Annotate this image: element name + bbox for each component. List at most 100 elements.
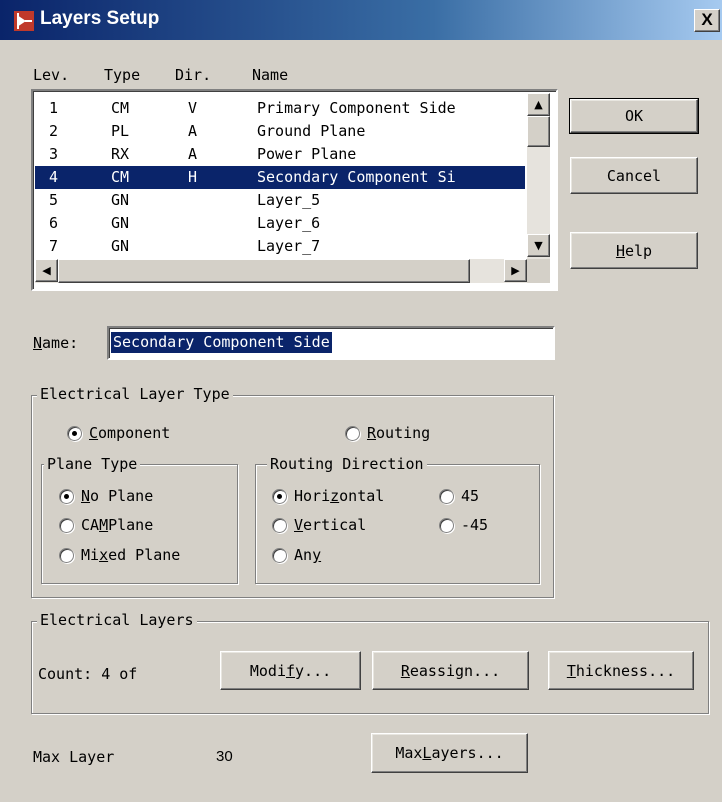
help-mnemonic: H <box>615 241 625 260</box>
horizontal-label: ontal <box>339 487 385 505</box>
layer-type: GN <box>111 237 130 255</box>
list-item-selected[interactable]: 4 CM H Secondary Component Si <box>35 166 525 189</box>
scroll-right-icon[interactable]: ▶ <box>504 259 527 282</box>
no-plane-mnemonic: N <box>81 487 91 505</box>
layer-type: CM <box>111 168 130 186</box>
vertical-scroll-thumb[interactable] <box>527 116 550 147</box>
layer-type: CM <box>111 99 130 117</box>
layer-dir: H <box>188 168 198 186</box>
vertical-scrollbar[interactable]: ▲ ▼ <box>527 93 550 259</box>
cancel-button[interactable]: Cancel <box>570 157 698 194</box>
mixed-plane-mnemonic: x <box>99 546 109 564</box>
thickness-label: hickness... <box>575 661 676 680</box>
cam-plane-label-pre: CA <box>81 516 100 534</box>
thickness-button[interactable]: Thickness... <box>548 651 694 690</box>
layer-type: RX <box>111 145 130 163</box>
radio-selected-icon <box>272 488 287 504</box>
layers-listbox[interactable]: 1 CM V Primary Component Side 2 PL A Gro… <box>31 89 558 291</box>
deg45-label: 45 <box>461 487 480 505</box>
help-label: elp <box>624 241 653 260</box>
layer-type: GN <box>111 214 130 232</box>
radio-unselected-icon <box>272 547 287 563</box>
routing-radio[interactable]: Routing <box>345 424 430 442</box>
help-button[interactable]: Help <box>570 232 698 269</box>
layer-name: Layer_5 <box>257 191 321 209</box>
layers-list-rows: 1 CM V Primary Component Side 2 PL A Gro… <box>35 97 525 257</box>
name-input[interactable]: Secondary Component Side <box>107 326 555 360</box>
scroll-up-icon[interactable]: ▲ <box>527 93 550 116</box>
deg45-radio[interactable]: 45 <box>439 487 479 505</box>
cam-plane-radio[interactable]: CA M Plane <box>59 516 153 534</box>
electrical-layer-type-label: Electrical Layer Type <box>37 385 233 403</box>
component-radio[interactable]: Component <box>67 424 170 442</box>
layer-name: Ground Plane <box>257 122 366 140</box>
layer-name: Power Plane <box>257 145 357 163</box>
reassign-button[interactable]: Reassign... <box>372 651 529 690</box>
horizontal-radio[interactable]: Hori z ontal <box>272 487 384 505</box>
plane-type-label: Plane Type <box>44 455 141 473</box>
component-mnemonic: C <box>89 424 99 442</box>
radio-unselected-icon <box>59 517 74 533</box>
max-layers-button[interactable]: Max Layers... <box>371 733 528 773</box>
max-layer-label: Max Layer <box>33 748 115 766</box>
reassign-mnemonic: R <box>400 661 410 680</box>
name-mnemonic: N <box>33 334 43 352</box>
close-icon[interactable]: X <box>694 9 720 32</box>
ok-button[interactable]: OK <box>569 98 699 134</box>
scrollbar-corner <box>527 259 550 283</box>
scroll-left-icon[interactable]: ◀ <box>35 259 58 282</box>
cam-plane-mnemonic: M <box>99 516 109 534</box>
layer-name: Secondary Component Si <box>257 168 456 186</box>
list-item[interactable]: 3 RX A Power Plane <box>35 143 525 166</box>
radio-unselected-icon <box>272 517 287 533</box>
thickness-mnemonic: T <box>566 661 576 680</box>
vertical-label: ertical <box>303 516 367 534</box>
horizontal-label-pre: Hori <box>294 487 331 505</box>
routing-mnemonic: R <box>367 424 377 442</box>
horizontal-scroll-thumb[interactable] <box>58 259 470 283</box>
cam-plane-label: Plane <box>108 516 154 534</box>
any-radio[interactable]: An y <box>272 546 321 564</box>
list-item[interactable]: 6 GN Layer_6 <box>35 212 525 235</box>
list-item[interactable]: 2 PL A Ground Plane <box>35 120 525 143</box>
modify-label-pre: Modi <box>249 661 286 680</box>
layer-level: 5 <box>49 191 59 209</box>
title-bar[interactable]: Layers Setup X <box>0 0 722 40</box>
layer-dir: A <box>188 122 198 140</box>
column-header-dir: Dir. <box>175 66 212 84</box>
column-header-lev: Lev. <box>33 66 70 84</box>
max-layers-mnemonic: L <box>422 744 432 762</box>
modify-button[interactable]: Modi f y... <box>220 651 361 690</box>
window-title: Layers Setup <box>40 8 160 29</box>
layer-dir: V <box>188 99 198 117</box>
list-item[interactable]: 7 GN Layer_7 <box>35 235 525 257</box>
deg-neg45-label: -45 <box>461 516 489 534</box>
layer-dir: A <box>188 145 198 163</box>
no-plane-radio[interactable]: No Plane <box>59 487 153 505</box>
name-label-text: ame: <box>42 334 79 352</box>
max-layers-label-pre: Max <box>395 744 423 762</box>
radio-selected-icon <box>59 488 74 504</box>
component-label: omponent <box>98 424 171 442</box>
mixed-plane-radio[interactable]: Mi x ed Plane <box>59 546 180 564</box>
list-item[interactable]: 5 GN Layer_5 <box>35 189 525 212</box>
mixed-plane-label: ed Plane <box>108 546 181 564</box>
radio-unselected-icon <box>439 517 454 533</box>
radio-unselected-icon <box>59 547 74 563</box>
layer-level: 1 <box>49 99 59 117</box>
max-layer-value: 30 <box>216 748 233 765</box>
vertical-radio[interactable]: Vertical <box>272 516 366 534</box>
deg-neg45-radio[interactable]: -45 <box>439 516 488 534</box>
layer-type: GN <box>111 191 130 209</box>
list-item[interactable]: 1 CM V Primary Component Side <box>35 97 525 120</box>
radio-unselected-icon <box>439 488 454 504</box>
layer-level: 6 <box>49 214 59 232</box>
horizontal-scrollbar[interactable]: ◀ ▶ <box>35 259 527 283</box>
layer-level: 4 <box>49 168 59 186</box>
any-label-pre: An <box>294 546 313 564</box>
radio-selected-icon <box>67 425 82 441</box>
layers-app-icon <box>14 11 34 31</box>
vertical-mnemonic: V <box>294 516 304 534</box>
any-mnemonic: y <box>312 546 322 564</box>
scroll-down-icon[interactable]: ▼ <box>527 234 550 257</box>
